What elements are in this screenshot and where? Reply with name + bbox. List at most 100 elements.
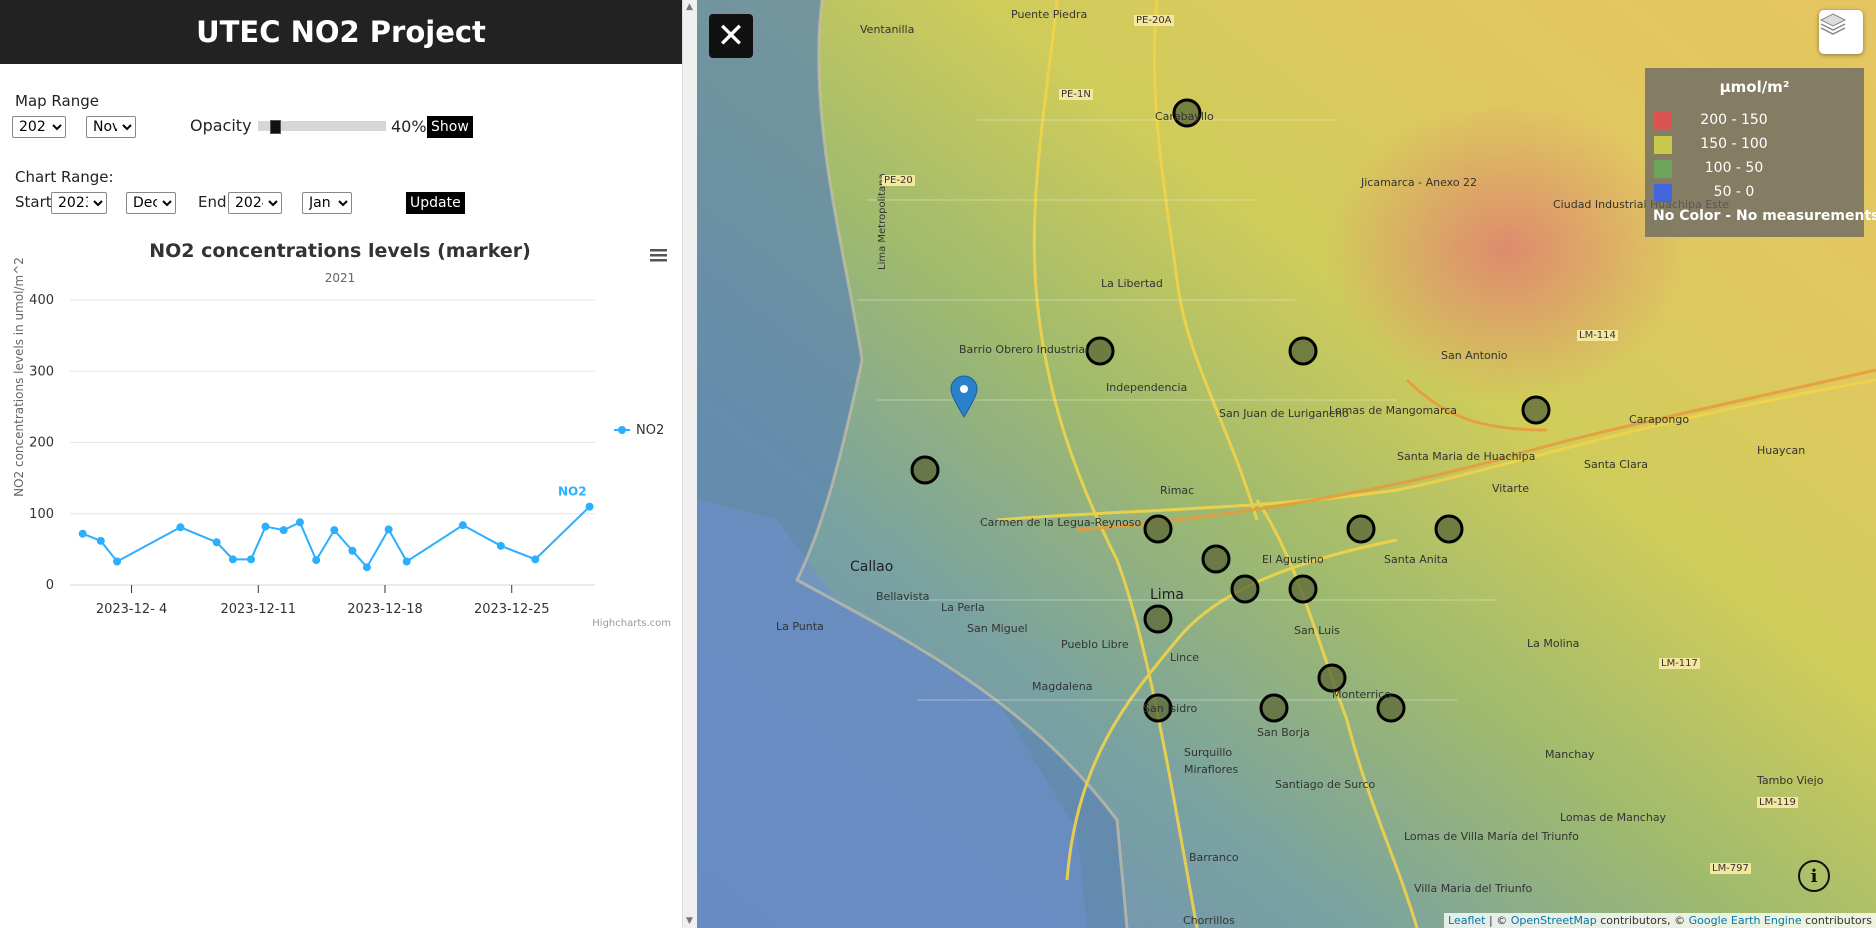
data-point[interactable] <box>496 541 505 550</box>
layers-button[interactable] <box>1819 10 1863 54</box>
legend-range: 150 - 100 <box>1700 136 1768 152</box>
scroll-down-icon[interactable]: ▼ <box>686 916 693 926</box>
station-marker[interactable] <box>1085 336 1115 366</box>
place-label: Villa Maria del Triunfo <box>1414 882 1533 895</box>
station-marker[interactable] <box>1288 336 1318 366</box>
data-point[interactable] <box>295 518 304 527</box>
layers-icon <box>1819 13 1847 35</box>
end-year-select[interactable]: 2024 <box>228 192 282 214</box>
road-label: PE-1N <box>1059 89 1093 100</box>
attribution-text: | © <box>1485 914 1511 927</box>
station-marker[interactable] <box>910 455 940 485</box>
close-button[interactable]: ✕ <box>709 14 753 58</box>
place-label: San Borja <box>1257 726 1310 739</box>
legend-swatch <box>1654 136 1672 154</box>
opacity-slider-thumb[interactable] <box>270 120 281 134</box>
data-point[interactable] <box>585 502 594 511</box>
osm-link[interactable]: OpenStreetMap <box>1511 914 1597 927</box>
station-marker[interactable] <box>1143 604 1173 634</box>
y-tick-label: 300 <box>29 364 54 379</box>
data-point[interactable] <box>176 523 185 532</box>
x-tick-label: 2023-12-18 <box>347 602 423 617</box>
data-point[interactable] <box>261 522 270 531</box>
data-point[interactable] <box>458 521 467 530</box>
place-label: San Luis <box>1294 624 1340 637</box>
place-label: Lomas de Mangomarca <box>1329 404 1458 417</box>
map-month-select[interactable]: Nov <box>86 116 136 138</box>
place-label: Monterrico <box>1332 688 1391 701</box>
y-tick-label: 0 <box>46 578 54 593</box>
control-panel: UTEC NO2 Project Map Range 2023 Nov Opac… <box>0 0 682 928</box>
map-year-select[interactable]: 2023 <box>12 116 66 138</box>
chart-credits[interactable]: Highcharts.com <box>592 618 671 629</box>
update-button[interactable]: Update <box>406 192 465 214</box>
place-label: San Antonio <box>1441 349 1508 362</box>
no2-chart: NO2 concentrations levels (marker) 2021 … <box>0 232 682 642</box>
data-point[interactable] <box>113 557 122 566</box>
place-label: Carapongo <box>1629 413 1690 426</box>
place-label: Callao <box>850 559 894 575</box>
leaflet-link[interactable]: Leaflet <box>1448 914 1485 927</box>
data-point[interactable] <box>96 536 105 545</box>
place-label: Huaycan <box>1757 444 1806 457</box>
station-marker[interactable] <box>1434 514 1464 544</box>
place-label: Lince <box>1170 651 1199 664</box>
station-marker[interactable] <box>1346 514 1376 544</box>
place-label: Surquillo <box>1184 746 1233 759</box>
chart-menu-icon[interactable] <box>650 249 667 262</box>
data-point[interactable] <box>228 555 237 564</box>
chart-subtitle: 2021 <box>325 271 356 285</box>
place-label: Carmen de la Legua-Reynoso <box>980 516 1142 529</box>
chart-title: NO2 concentrations levels (marker) <box>149 240 531 262</box>
start-month-select[interactable]: Dec <box>126 192 176 214</box>
x-tick-label: 2023-12-25 <box>474 602 550 617</box>
place-label: Barranco <box>1189 851 1239 864</box>
x-tick-label: 2023-12-11 <box>220 602 296 617</box>
place-label: Santiago de Surco <box>1275 778 1376 791</box>
data-point[interactable] <box>212 538 221 547</box>
station-marker[interactable] <box>1259 693 1289 723</box>
station-marker[interactable] <box>1230 574 1260 604</box>
end-month-select[interactable]: Jan <box>302 192 352 214</box>
data-point[interactable] <box>330 526 339 535</box>
road-label: LM-797 <box>1710 863 1751 874</box>
station-marker[interactable] <box>1521 395 1551 425</box>
show-button[interactable]: Show <box>427 116 473 138</box>
info-icon: i <box>1810 865 1818 887</box>
data-point[interactable] <box>384 525 393 534</box>
legend-swatch <box>1654 184 1672 202</box>
page-title: UTEC NO2 Project <box>196 15 486 49</box>
map-view[interactable]: Puente Piedra Ventanilla Carabayllo La L… <box>697 0 1876 928</box>
chart-legend-item[interactable]: NO2 <box>614 423 664 438</box>
road-label: LM-114 <box>1577 330 1618 341</box>
data-point[interactable] <box>279 526 288 535</box>
data-point[interactable] <box>78 529 87 538</box>
station-marker[interactable] <box>1201 544 1231 574</box>
legend-range: 100 - 50 <box>1704 160 1764 176</box>
data-point[interactable] <box>312 556 321 565</box>
gee-link[interactable]: Google Earth Engine <box>1689 914 1802 927</box>
station-marker[interactable] <box>1288 574 1318 604</box>
station-marker[interactable] <box>1143 514 1173 544</box>
data-point[interactable] <box>402 557 411 566</box>
data-point[interactable] <box>348 546 357 555</box>
attribution-text: contributors <box>1801 914 1872 927</box>
info-button[interactable]: i <box>1798 860 1830 892</box>
road-label: PE-20 <box>882 175 915 186</box>
place-label: Manchay <box>1545 748 1595 761</box>
scrollbar[interactable]: ▲ ▼ <box>682 0 698 928</box>
place-label: Pueblo Libre <box>1061 638 1129 651</box>
y-tick-label: 200 <box>29 436 54 451</box>
map-range-label: Map Range <box>15 92 99 110</box>
opacity-value: 40% <box>391 117 427 136</box>
attribution-text: contributors, © <box>1596 914 1689 927</box>
data-point[interactable] <box>531 555 540 564</box>
scroll-up-icon[interactable]: ▲ <box>686 2 693 12</box>
chart-legend-label: NO2 <box>636 423 664 438</box>
place-label: Bellavista <box>876 590 930 603</box>
data-point[interactable] <box>247 555 256 564</box>
start-year-select[interactable]: 2023 <box>51 192 107 214</box>
legend-swatch <box>1654 112 1672 130</box>
data-point[interactable] <box>362 563 371 572</box>
legend-swatch <box>1654 160 1672 178</box>
